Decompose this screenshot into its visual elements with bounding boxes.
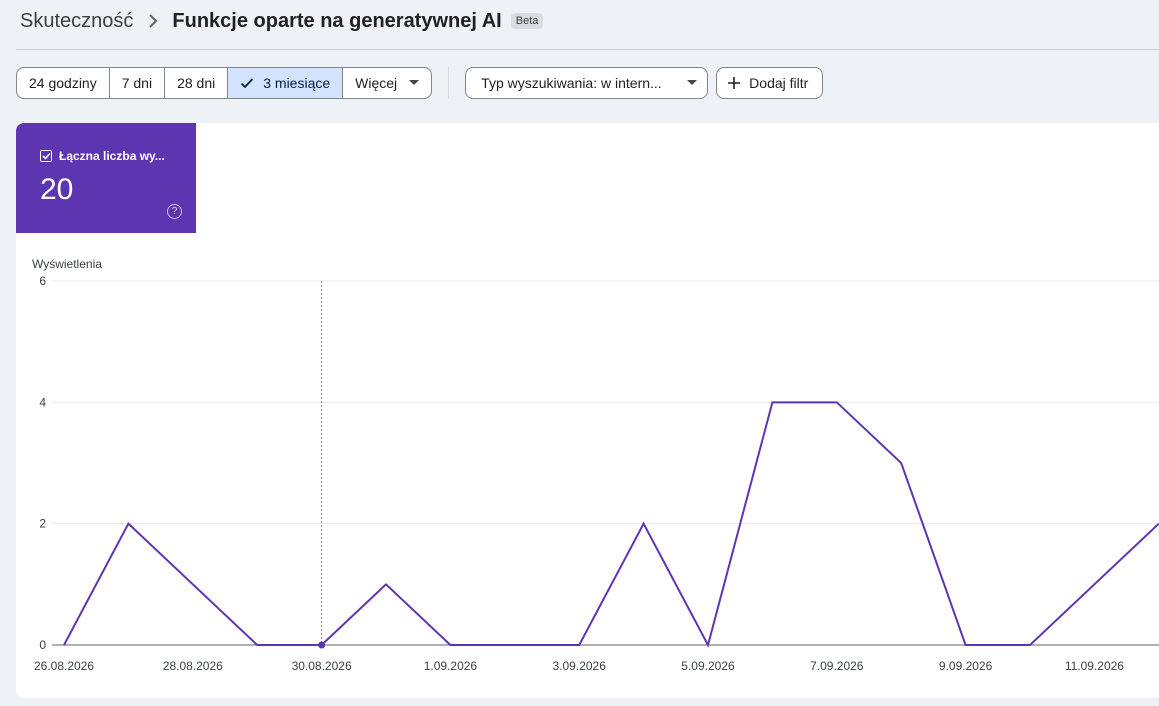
dropdown-arrow-icon [409, 80, 420, 86]
plus-icon [727, 76, 741, 90]
y-axis-label: Wyświetlenia [32, 257, 102, 271]
range-label: 7 dni [121, 75, 153, 91]
x-tick-label: 9.09.2026 [939, 659, 993, 673]
chevron-right-icon [148, 14, 158, 28]
x-tick-label: 1.09.2026 [424, 659, 478, 673]
x-tick-label: 26.08.2026 [34, 659, 94, 673]
range-3m-button[interactable]: 3 miesiące [228, 68, 344, 98]
range-label: 3 miesiące [263, 75, 331, 91]
add-filter-label: Dodaj filtr [749, 75, 809, 91]
x-tick-label: 7.09.2026 [810, 659, 864, 673]
range-7d-button[interactable]: 7 dni [110, 68, 166, 98]
dropdown-arrow-icon [687, 80, 698, 86]
breadcrumb-parent-link[interactable]: Skuteczność [20, 10, 133, 33]
x-tick-label: 28.08.2026 [163, 659, 223, 673]
y-tick-label: 4 [39, 395, 46, 409]
impressions-line-chart: Wyświetlenia 0 2 4 6 26.08.2026 28.08.2026 30.0… [32, 257, 1159, 673]
y-tick-label: 0 [39, 638, 46, 652]
hover-point [318, 641, 326, 649]
breadcrumb: Skuteczność Funkcje oparte na generatywn… [20, 8, 544, 34]
date-range-group: 24 godziny 7 dni 28 dni 3 miesiące Więce… [16, 67, 433, 99]
add-filter-button[interactable]: Dodaj filtr [716, 67, 824, 99]
x-tick-label: 5.09.2026 [681, 659, 735, 673]
search-type-label: Typ wyszukiwania: w intern... [481, 75, 662, 91]
check-icon [240, 77, 254, 89]
beta-badge: Beta [510, 13, 544, 29]
range-28d-button[interactable]: 28 dni [165, 68, 229, 98]
range-more-button[interactable]: Więcej [343, 68, 431, 98]
header-divider [16, 49, 1159, 50]
range-label: Więcej [355, 75, 398, 91]
search-type-dropdown[interactable]: Typ wyszukiwania: w intern... [465, 67, 709, 99]
range-label: 24 godziny [29, 75, 97, 91]
page-title: Funkcje oparte na generatywnej AI [172, 9, 502, 32]
y-tick-label: 6 [39, 274, 46, 288]
x-tick-label: 3.09.2026 [553, 659, 607, 673]
range-24h-button[interactable]: 24 godziny [17, 68, 110, 98]
performance-card: Łączna liczba wy... 20 ? Wyświetlenia 0 2 4… [16, 123, 1159, 698]
x-tick-label: 11.09.2026 [1065, 659, 1124, 673]
y-tick-label: 2 [39, 517, 46, 531]
x-tick-label: 30.08.2026 [292, 659, 352, 673]
toolbar-divider [448, 67, 450, 99]
range-label: 28 dni [177, 75, 216, 91]
filter-bar: 24 godziny 7 dni 28 dni 3 miesiące Więce… [16, 67, 824, 99]
